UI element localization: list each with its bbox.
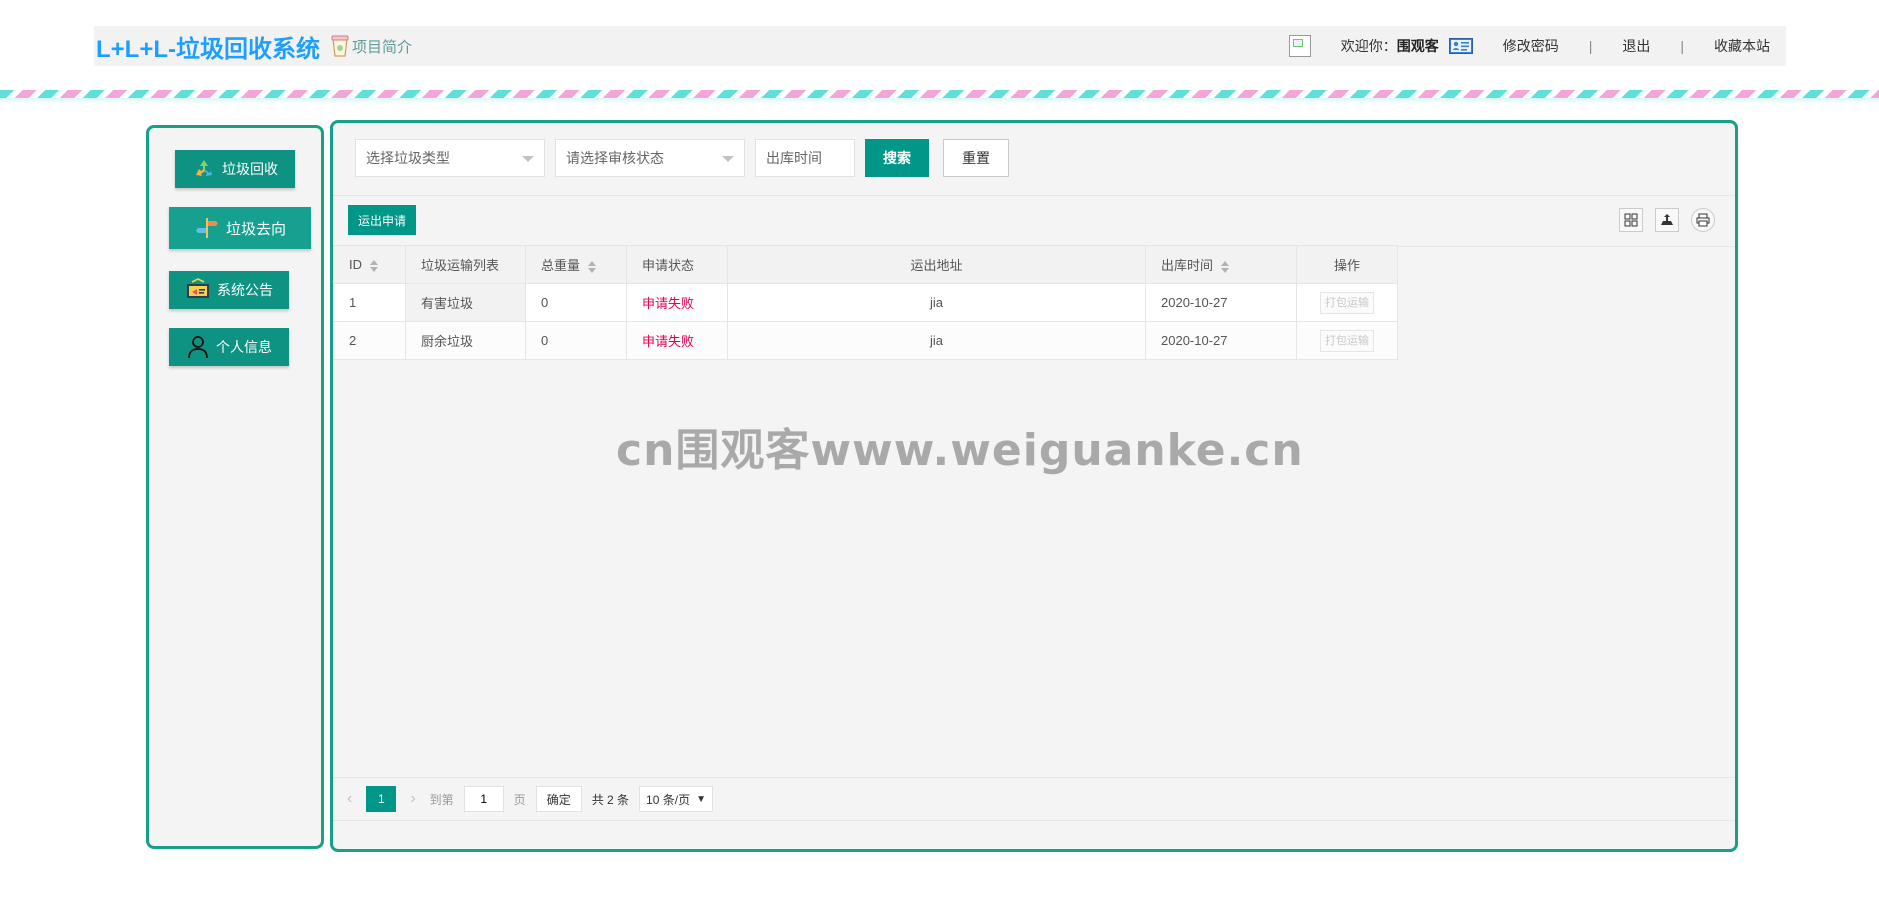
goto-page-input[interactable] [463, 786, 504, 812]
signpost-icon [195, 218, 218, 238]
printer-icon [1696, 213, 1710, 227]
person-icon [188, 336, 208, 359]
project-intro-link[interactable]: 项目简介 [330, 34, 412, 58]
sidebar-item-label: 个人信息 [216, 339, 272, 355]
grid-icon [1624, 213, 1638, 227]
cell-date: 2020-10-27 [1145, 283, 1297, 322]
cell-status: 申请失败 [626, 321, 728, 360]
cell-list: 厨余垃圾 [405, 321, 526, 360]
cell-address: jia [727, 321, 1146, 360]
chevron-down-icon [722, 156, 734, 162]
brand-title[interactable]: L+L+L-垃圾回收系统 [96, 29, 320, 64]
table-header-row: ID 垃圾运输列表 总重量 申请状态 运出地址 出库时间 操作 [333, 245, 1398, 284]
sidebar-item-announcement[interactable]: 系统公告 [169, 271, 289, 309]
columns-filter-icon[interactable] [1619, 208, 1643, 232]
chevron-down-icon [522, 156, 534, 162]
cell-list: 有害垃圾 [405, 283, 526, 322]
column-header-weight[interactable]: 总重量 [525, 245, 627, 284]
export-glyph-icon [1661, 214, 1673, 225]
pagination: ‹ 1 › 到第 页 确定 共 2 条 10 条/页 ▼ [333, 777, 1735, 821]
prev-page-icon[interactable]: ‹ [347, 790, 352, 808]
sort-icon[interactable] [370, 259, 378, 272]
cell-id: 2 [333, 321, 406, 360]
page-size-value: 10 条/页 [646, 792, 691, 807]
column-label: 运出地址 [910, 258, 963, 273]
id-card-icon [1448, 38, 1473, 54]
pack-transport-button[interactable]: 打包运输 [1320, 291, 1374, 314]
review-status-placeholder: 请选择审核状态 [566, 150, 664, 166]
change-password-link[interactable]: 修改密码 [1503, 36, 1559, 56]
apply-outbound-button[interactable]: 运出申请 [348, 205, 416, 235]
main-panel: 选择垃圾类型 请选择审核状态 出库时间 搜索 重置 运出申请 ID 垃圾运输列表… [330, 120, 1738, 852]
column-header-id[interactable]: ID [333, 245, 406, 284]
pack-transport-button[interactable]: 打包运输 [1320, 329, 1374, 352]
announcement-icon [187, 278, 209, 298]
page-unit-label: 页 [513, 792, 526, 807]
data-table: ID 垃圾运输列表 总重量 申请状态 运出地址 出库时间 操作 1 有害垃圾 0… [333, 245, 1398, 360]
caret-down-icon: ▼ [696, 793, 706, 805]
cell-actions: 打包运输 [1296, 283, 1398, 322]
cell-status: 申请失败 [626, 283, 728, 322]
sidebar-item-profile[interactable]: 个人信息 [169, 328, 289, 366]
logout-link[interactable]: 退出 [1622, 36, 1650, 56]
goto-label: 到第 [429, 792, 454, 807]
username: 围观客 [1396, 38, 1439, 54]
column-header-actions: 操作 [1296, 245, 1398, 284]
column-header-address: 运出地址 [727, 245, 1146, 284]
page-size-select[interactable]: 10 条/页 ▼ [639, 786, 713, 812]
recycle-icon [196, 160, 212, 176]
cup-icon [331, 35, 349, 57]
current-page[interactable]: 1 [366, 786, 397, 812]
sidebar-item-label: 系统公告 [217, 282, 273, 298]
garbage-type-select[interactable]: 选择垃圾类型 [355, 139, 545, 177]
outbound-date-input[interactable]: 出库时间 [755, 139, 855, 177]
review-status-select[interactable]: 请选择审核状态 [555, 139, 745, 177]
cell-weight: 0 [525, 283, 627, 322]
search-button[interactable]: 搜索 [865, 139, 929, 177]
print-icon[interactable] [1691, 208, 1715, 232]
table-toolbar: 运出申请 [333, 195, 1735, 247]
column-label: 垃圾运输列表 [421, 258, 500, 273]
sort-icon[interactable] [1221, 260, 1230, 273]
column-header-list: 垃圾运输列表 [405, 245, 526, 284]
user-area: 欢迎你： 围观客 修改密码 | 退出 | 收藏本站 [1288, 35, 1770, 57]
cell-weight: 0 [525, 321, 627, 360]
table-row: 1 有害垃圾 0 申请失败 jia 2020-10-27 打包运输 [333, 283, 1398, 322]
sidebar: 垃圾回收 垃圾去向 系统公告 个人信息 [146, 125, 324, 849]
total-count: 共 2 条 [591, 792, 630, 807]
cell-id: 1 [333, 283, 406, 322]
column-label: 出库时间 [1161, 258, 1214, 273]
sidebar-item-recycle[interactable]: 垃圾回收 [175, 150, 295, 188]
sidebar-item-destination[interactable]: 垃圾去向 [169, 207, 311, 249]
decorative-stripe-divider [0, 90, 1879, 104]
welcome-label: 欢迎你： [1340, 38, 1397, 54]
garbage-type-placeholder: 选择垃圾类型 [366, 150, 450, 166]
project-intro-label: 项目简介 [352, 38, 413, 56]
watermark: cn围观客www.weiguanke.cn [616, 425, 1304, 476]
cell-date: 2020-10-27 [1145, 321, 1297, 360]
outbound-date-placeholder: 出库时间 [766, 150, 822, 166]
separator: | [1588, 38, 1593, 54]
next-page-icon[interactable]: › [410, 790, 415, 808]
column-header-date[interactable]: 出库时间 [1145, 245, 1297, 284]
goto-confirm-button[interactable]: 确定 [535, 786, 582, 812]
export-icon[interactable] [1655, 208, 1679, 232]
separator: | [1680, 38, 1684, 54]
cell-actions: 打包运输 [1296, 321, 1398, 360]
column-header-status: 申请状态 [626, 245, 728, 284]
sidebar-item-label: 垃圾去向 [225, 220, 286, 238]
column-label: 总重量 [541, 258, 581, 273]
sort-icon[interactable] [588, 260, 597, 273]
column-label: 申请状态 [642, 258, 695, 273]
reset-button[interactable]: 重置 [943, 139, 1009, 177]
sidebar-item-label: 垃圾回收 [222, 161, 278, 177]
cell-address: jia [727, 283, 1146, 322]
column-label: 操作 [1333, 258, 1360, 273]
column-label: ID [349, 257, 362, 272]
table-row: 2 厨余垃圾 0 申请失败 jia 2020-10-27 打包运输 [333, 321, 1398, 360]
avatar [1288, 35, 1311, 57]
top-bar: L+L+L-垃圾回收系统 项目简介 欢迎你： 围观客 修改密码 | 退出 | 收… [94, 26, 1786, 66]
bookmark-link[interactable]: 收藏本站 [1714, 36, 1770, 56]
